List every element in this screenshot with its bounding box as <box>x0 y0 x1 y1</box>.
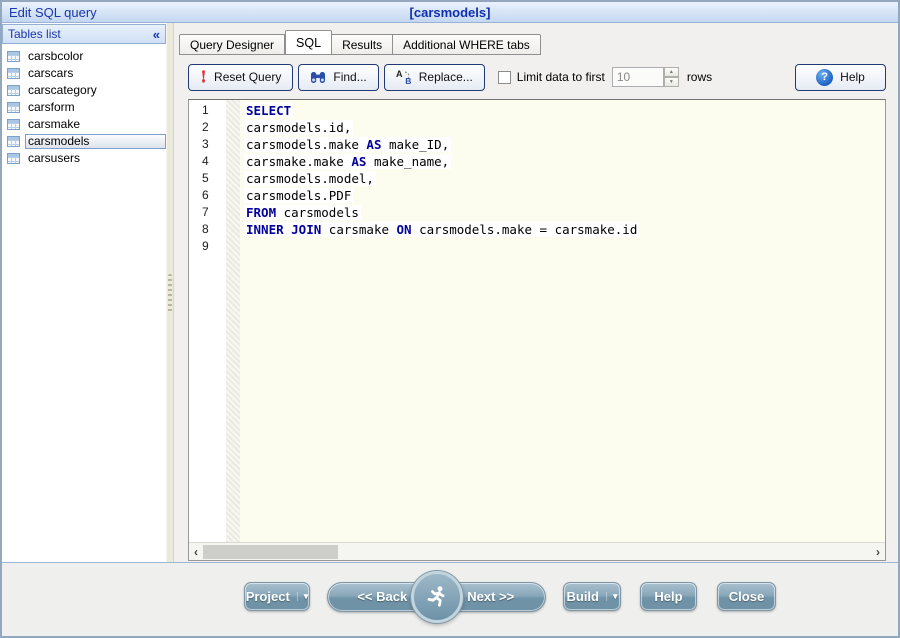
table-item-label: carsmake <box>25 117 166 132</box>
reset-query-label: Reset Query <box>214 70 281 84</box>
code-line[interactable]: carsmake.make AS make_name, <box>240 154 884 171</box>
running-man-icon <box>424 584 450 610</box>
table-item-carscars[interactable]: carscars <box>2 65 166 82</box>
code-line[interactable]: SELECT <box>240 103 884 120</box>
build-button[interactable]: Build ▾ <box>563 582 621 611</box>
stepper-down-icon[interactable]: ▼ <box>664 77 679 87</box>
code-line[interactable]: carsmodels.PDF <box>240 188 884 205</box>
line-number: 5 <box>189 171 226 188</box>
tables-list-header: Tables list « <box>2 24 166 44</box>
gutter-separator <box>226 100 240 542</box>
code-line[interactable]: carsmodels.model, <box>240 171 884 188</box>
code-line[interactable]: FROM carsmodels <box>240 205 884 222</box>
table-item-label: carsbcolor <box>25 49 166 64</box>
question-mark-icon: ? <box>816 69 833 86</box>
tabstrip: Query Designer SQL Results Additional WH… <box>179 30 898 55</box>
limit-rows-label: Limit data to first <box>517 70 605 84</box>
sql-code-editor[interactable]: 123456789 SELECTcarsmodels.id,carsmodels… <box>188 99 886 561</box>
main-panel: Query Designer SQL Results Additional WH… <box>174 23 898 562</box>
sql-toolbar: ! Reset Query Find... AB Replace... Lim <box>188 63 886 91</box>
table-icon <box>7 102 20 113</box>
project-button[interactable]: Project ▾ <box>244 582 310 611</box>
toolbar-help-button[interactable]: ? Help <box>795 64 886 91</box>
panel-splitter[interactable] <box>166 23 174 562</box>
table-item-carsusers[interactable]: carsusers <box>2 150 166 167</box>
edit-sql-query-window: Edit SQL query [carsmodels] Tables list … <box>0 0 900 638</box>
table-item-carsmodels[interactable]: carsmodels <box>2 133 166 150</box>
reset-query-button[interactable]: ! Reset Query <box>188 64 293 91</box>
find-label: Find... <box>333 70 366 84</box>
limit-rows-input[interactable]: 10 <box>612 67 664 87</box>
limit-rows-checkbox[interactable] <box>498 71 511 84</box>
window-body: Tables list « carsbcolor carscars carscate… <box>2 23 898 563</box>
code-lines[interactable]: SELECTcarsmodels.id,carsmodels.make AS m… <box>240 100 884 542</box>
back-next-control: << Back Next >> <box>327 582 546 612</box>
table-icon <box>7 85 20 96</box>
gutter-numbers: 123456789 <box>189 100 226 542</box>
code-line[interactable] <box>240 239 884 256</box>
table-icon <box>7 51 20 62</box>
table-item-label: carsmodels <box>25 134 166 149</box>
table-item-carsmake[interactable]: carsmake <box>2 116 166 133</box>
toolbar-help-label: Help <box>840 70 865 84</box>
project-dropdown-icon[interactable]: ▾ <box>297 592 309 601</box>
line-number: 4 <box>189 154 226 171</box>
line-number: 1 <box>189 103 226 120</box>
stepper-up-icon[interactable]: ▲ <box>664 67 679 77</box>
scroll-right-icon[interactable]: › <box>871 545 885 559</box>
table-item-carsform[interactable]: carsform <box>2 99 166 116</box>
line-number: 3 <box>189 137 226 154</box>
tab-sql[interactable]: SQL <box>285 30 332 55</box>
table-item-label: carscategory <box>25 83 166 98</box>
close-button[interactable]: Close <box>717 582 776 611</box>
code-line[interactable]: INNER JOIN carsmake ON carsmodels.make =… <box>240 222 884 239</box>
find-button[interactable]: Find... <box>298 64 378 91</box>
collapse-panel-icon[interactable]: « <box>153 28 160 41</box>
code-line[interactable]: carsmodels.id, <box>240 120 884 137</box>
tables-list-title: Tables list <box>8 27 153 41</box>
table-icon <box>7 153 20 164</box>
splitter-grip-icon <box>168 274 172 312</box>
footer-buttons: Project ▾ << Back Next >> <box>244 582 776 618</box>
table-item-label: carsusers <box>25 151 166 166</box>
replace-label: Replace... <box>419 70 473 84</box>
limit-rows-stepper[interactable]: ▲ ▼ <box>664 67 679 87</box>
line-number: 8 <box>189 222 226 239</box>
replace-a-to-b-icon: AB <box>396 69 412 85</box>
horizontal-scrollbar[interactable]: ‹ › <box>189 542 885 560</box>
table-item-carscategory[interactable]: carscategory <box>2 82 166 99</box>
build-dropdown-icon[interactable]: ▾ <box>606 592 618 601</box>
tab-query-designer[interactable]: Query Designer <box>179 34 285 55</box>
line-number: 9 <box>189 239 226 256</box>
table-item-label: carsform <box>25 100 166 115</box>
binoculars-icon <box>310 70 326 84</box>
line-number: 7 <box>189 205 226 222</box>
svg-text:A: A <box>396 69 403 79</box>
table-icon <box>7 136 20 147</box>
tab-additional-where[interactable]: Additional WHERE tabs <box>393 34 541 55</box>
project-label: Project <box>246 589 290 604</box>
line-number: 2 <box>189 120 226 137</box>
build-label: Build <box>566 589 599 604</box>
table-icon <box>7 68 20 79</box>
footer-bar: Project ▾ << Back Next >> <box>2 563 898 636</box>
table-item-label: carscars <box>25 66 166 81</box>
table-icon <box>7 119 20 130</box>
replace-button[interactable]: AB Replace... <box>384 64 485 91</box>
scroll-left-icon[interactable]: ‹ <box>189 545 203 559</box>
tables-list: carsbcolor carscars carscategory carsform ca… <box>2 44 166 167</box>
tables-panel: Tables list « carsbcolor carscars carscate… <box>2 23 166 562</box>
rows-label: rows <box>687 70 712 84</box>
exclamation-icon: ! <box>200 69 207 85</box>
svg-text:B: B <box>405 76 411 85</box>
footer-help-button[interactable]: Help <box>640 582 697 611</box>
scrollbar-thumb[interactable] <box>203 545 338 559</box>
table-item-carsbcolor[interactable]: carsbcolor <box>2 48 166 65</box>
titlebar: Edit SQL query [carsmodels] <box>2 2 898 23</box>
code-line[interactable]: carsmodels.make AS make_ID, <box>240 137 884 154</box>
line-number: 6 <box>189 188 226 205</box>
run-button[interactable] <box>411 571 463 623</box>
current-table-title: [carsmodels] <box>2 5 898 20</box>
tab-results[interactable]: Results <box>332 34 393 55</box>
